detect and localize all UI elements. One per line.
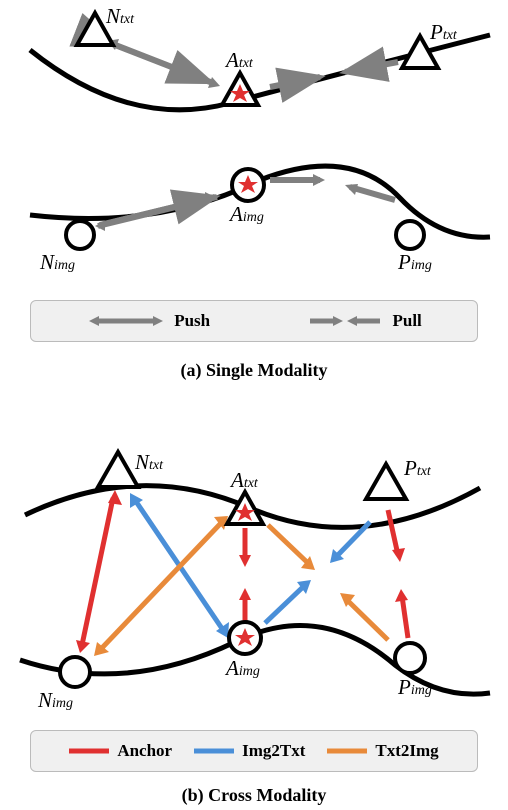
legend-pull-label: Pull [393, 311, 422, 331]
legend-anchor-label: Anchor [117, 741, 172, 761]
legend-anchor: Anchor [69, 741, 172, 761]
circle-nimg-b [60, 657, 90, 687]
label-aimg: Aimg [230, 202, 264, 227]
label-atxt: Atxt [226, 48, 253, 73]
label-nimg-b: Nimg [38, 688, 73, 713]
circle-pimg-b [395, 643, 425, 673]
txt2img-line-icon [327, 746, 367, 756]
circle-pimg [396, 221, 424, 249]
label-ntxt: Ntxt [106, 4, 134, 29]
legend-txt2img: Txt2Img [327, 741, 438, 761]
label-atxt-b: Atxt [231, 468, 258, 493]
caption-b: (b) Cross Modality [0, 785, 508, 806]
legend-push-label: Push [174, 311, 210, 331]
push-arrow-icon [86, 313, 166, 329]
legend-b: Anchor Img2Txt Txt2Img [30, 730, 478, 772]
label-aimg-b: Aimg [226, 656, 260, 681]
legend-img2txt: Img2Txt [194, 741, 305, 761]
triangle-ntxt-b [98, 452, 138, 487]
arrow-anchor-n [82, 498, 113, 645]
img2txt-line-icon [194, 746, 234, 756]
legend-img2txt-label: Img2Txt [242, 741, 305, 761]
label-pimg-b: Pimg [398, 675, 432, 700]
label-nimg: Nimg [40, 250, 75, 275]
legend-a: Push Pull [30, 300, 478, 342]
pull-arrow-icon [305, 313, 385, 329]
panel-cross-modality: Ntxt Ptxt Atxt Aimg Nimg Pimg Anchor Img… [0, 400, 508, 810]
diagram-b-svg [0, 400, 508, 770]
circle-nimg [66, 221, 94, 249]
label-ptxt: Ptxt [430, 20, 457, 45]
panel-single-modality: Ntxt Ptxt Atxt Aimg Nimg Pimg Push [0, 0, 508, 400]
label-ntxt-b: Ntxt [135, 450, 163, 475]
legend-pull: Pull [305, 311, 422, 331]
caption-a: (a) Single Modality [0, 360, 508, 381]
anchor-line-icon [69, 746, 109, 756]
label-pimg: Pimg [398, 250, 432, 275]
legend-txt2img-label: Txt2Img [375, 741, 438, 761]
triangle-ptxt-b [366, 464, 406, 499]
label-ptxt-b: Ptxt [404, 456, 431, 481]
legend-push: Push [86, 311, 210, 331]
